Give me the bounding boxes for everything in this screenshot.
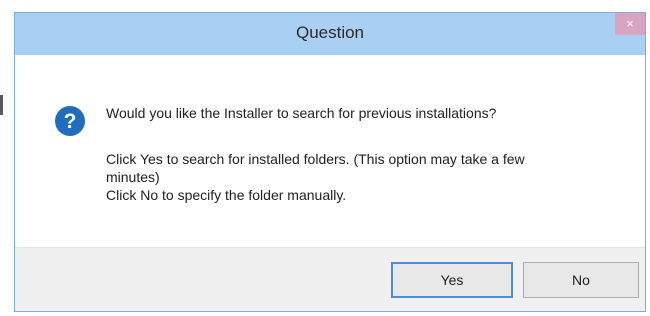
close-button[interactable]: × <box>615 13 645 35</box>
message-no-instruction: Click No to specify the folder manually. <box>106 187 347 203</box>
title-bar[interactable]: Question × <box>15 13 645 55</box>
message-question: Would you like the Installer to search f… <box>106 105 497 121</box>
screen: Question × ? Would you like the Installe… <box>0 0 650 316</box>
message-area: ? Would you like the Installer to search… <box>15 55 645 247</box>
message-yes-instruction-continued: minutes) <box>106 169 160 185</box>
button-bar: Yes No <box>15 247 645 311</box>
question-icon: ? <box>55 106 85 136</box>
dialog-title: Question <box>295 23 365 42</box>
close-icon: × <box>626 16 634 31</box>
background-window-edge <box>0 95 3 115</box>
question-dialog: Question × ? Would you like the Installe… <box>14 12 646 312</box>
yes-button[interactable]: Yes <box>391 262 513 298</box>
no-button[interactable]: No <box>523 262 639 298</box>
message-yes-instruction: Click Yes to search for installed folder… <box>106 151 525 167</box>
question-mark-glyph: ? <box>64 110 77 133</box>
